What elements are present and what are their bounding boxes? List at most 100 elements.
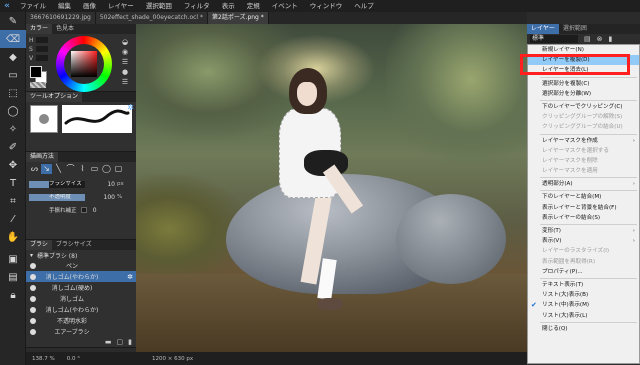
stabilizer-value[interactable]: 0 xyxy=(87,207,97,214)
menu-item[interactable]: 定規 xyxy=(241,0,266,12)
crop-tool-icon[interactable]: ⌗ xyxy=(0,192,26,210)
brush-tip-preview[interactable] xyxy=(30,105,58,133)
hand-tool-icon[interactable]: ✋ xyxy=(0,228,26,246)
menu-item[interactable]: 画像 xyxy=(77,0,102,12)
lock-icon[interactable]: 🔒︎ xyxy=(0,286,26,304)
new-brush-icon[interactable]: ▢ xyxy=(117,338,124,346)
freehand-mode-icon[interactable]: ᔕ xyxy=(29,164,40,174)
layer-link-icon[interactable]: ⊗ xyxy=(591,35,603,43)
curve-mode-icon[interactable]: ⌒ xyxy=(65,164,76,174)
line-mode-icon[interactable]: ╲ xyxy=(53,164,64,174)
angle-readout[interactable]: 0.0 ° xyxy=(61,356,86,362)
tab-swatches[interactable]: 色見本 xyxy=(52,24,78,34)
opacity-label: 不透明度 xyxy=(49,193,72,200)
brush-group-header[interactable]: ▾ 標準ブラシ (8) xyxy=(26,250,136,260)
polyline-mode-icon[interactable]: ⌇ xyxy=(77,164,88,174)
menu-item[interactable]: 編集 xyxy=(52,0,77,12)
menu-item[interactable]: 選択範囲 xyxy=(140,0,178,12)
opacity-slider[interactable]: 不透明度 xyxy=(29,193,85,201)
zoom-readout[interactable]: 138.7 % xyxy=(26,356,61,362)
context-menu-item[interactable]: 選択部分を複製(C) xyxy=(528,79,639,89)
menu-item[interactable]: ウィンドウ xyxy=(304,0,349,12)
brush-settings-icon[interactable]: ✲ xyxy=(127,273,133,281)
value-field[interactable] xyxy=(36,55,48,61)
document-tab[interactable]: 502effect_shade_00eyecatch.ocl * xyxy=(95,12,209,24)
list-mode-icon[interactable]: ☰ xyxy=(118,78,132,88)
lasso-tool-icon[interactable]: ◯ xyxy=(0,102,26,120)
blend-mode-select[interactable]: 標準 xyxy=(530,35,578,43)
saturation-value-square[interactable] xyxy=(71,51,97,77)
pen-tool-icon[interactable]: ✎ xyxy=(0,12,26,30)
settings-gear-icon[interactable]: ✲ xyxy=(127,103,134,112)
brush-item[interactable]: 消しゴム(やわらか) xyxy=(26,304,136,315)
context-menu-item[interactable]: 表示レイヤーと背景を結合(F) xyxy=(528,203,639,213)
wheel-mode-icon[interactable]: ● xyxy=(118,68,132,78)
eraser-tool-icon[interactable]: ⌫ xyxy=(0,30,26,48)
tab-brush[interactable]: ブラシ xyxy=(26,240,52,250)
layer-panel-toggle-icon[interactable]: ▣ xyxy=(0,250,26,268)
select-pen-tool-icon[interactable]: ✐ xyxy=(0,138,26,156)
rect-mode-icon[interactable]: ▭ xyxy=(89,164,100,174)
menu-item[interactable]: ファイル xyxy=(14,0,52,12)
menu-item[interactable]: ヘルプ xyxy=(348,0,380,12)
move-tool-icon[interactable]: ✥ xyxy=(0,156,26,174)
brush-item[interactable]: エアーブラシ xyxy=(26,326,136,337)
hue-field[interactable] xyxy=(36,37,48,43)
context-menu-item[interactable]: 表示(V) › xyxy=(528,236,639,246)
tab-color[interactable]: カラー xyxy=(26,24,53,34)
tab-selection[interactable]: 選択範囲 xyxy=(559,24,591,34)
saturation-field[interactable] xyxy=(36,46,48,52)
context-menu-item[interactable]: リスト(大)表示(B) xyxy=(528,290,639,300)
canvas[interactable] xyxy=(136,24,527,352)
fill-tool-icon[interactable]: ◆ xyxy=(0,48,26,66)
context-menu-item[interactable]: リスト(中)表示(M) ✔ xyxy=(528,300,639,310)
menu-item[interactable]: レイヤー xyxy=(102,0,140,12)
context-menu-item[interactable]: リスト(大)表示(L) xyxy=(528,311,639,321)
eyedropper-tool-icon[interactable]: ⁄ xyxy=(0,210,26,228)
context-menu-item[interactable]: 表示レイヤーの結合(S) xyxy=(528,213,639,223)
brush-size-slider[interactable]: ブラシサイズ xyxy=(29,180,85,188)
context-menu-item[interactable]: 変形(T) › xyxy=(528,226,639,236)
layer-lock-icon[interactable]: ▮ xyxy=(603,35,613,43)
brush-item[interactable]: ペン xyxy=(26,260,136,271)
radio-mode-icon[interactable]: ◉ xyxy=(118,48,132,58)
context-menu-item[interactable]: テキスト表示(T) xyxy=(528,280,639,290)
context-menu-item[interactable]: レイヤーマスクを作成 › xyxy=(528,136,639,146)
context-menu-item[interactable]: 閉じる(Q) xyxy=(528,324,639,334)
menu-item[interactable]: フィルタ xyxy=(178,0,216,12)
ellipse-mode-icon[interactable]: ◯ xyxy=(101,164,112,174)
opacity-value[interactable]: 100 xyxy=(85,194,115,201)
select-rect-tool-icon[interactable]: ⬚ xyxy=(0,84,26,102)
text-tool-icon[interactable]: T xyxy=(0,174,26,192)
document-tab[interactable]: 第2話ポーズ.png * xyxy=(208,12,269,24)
folder-icon[interactable]: ▬ xyxy=(105,338,112,346)
context-menu-item[interactable]: 選択部分を分離(W) xyxy=(528,89,639,99)
palette-icon[interactable]: ◒ xyxy=(118,38,132,48)
tab-brush-size[interactable]: ブラシサイズ xyxy=(52,240,96,250)
menu-item[interactable]: イベント xyxy=(266,0,304,12)
context-menu-item[interactable]: 下のレイヤーでクリッピング(C) xyxy=(528,102,639,112)
menu-separator xyxy=(540,76,637,78)
document-tab[interactable]: 3667610691229.jpg xyxy=(26,12,96,24)
brush-item[interactable]: 不透明水彩 xyxy=(26,315,136,326)
foreground-color-swatch[interactable] xyxy=(30,66,42,78)
transparent-color-swatch[interactable] xyxy=(30,82,46,88)
brush-item[interactable]: 消しゴム(硬め) xyxy=(26,282,136,293)
brush-size-value[interactable]: 10 xyxy=(85,181,115,188)
magic-wand-tool-icon[interactable]: ✧ xyxy=(0,120,26,138)
context-menu-item[interactable]: プロパティ(P)... xyxy=(528,267,639,277)
context-menu-item[interactable]: 透明部分(A) › xyxy=(528,179,639,189)
stroke-mode-icon[interactable]: ↘ xyxy=(41,164,52,174)
menu-item[interactable]: 表示 xyxy=(216,0,241,12)
brush-item[interactable]: 消しゴム xyxy=(26,293,136,304)
layer-menu-icon[interactable]: ▤ xyxy=(578,35,591,43)
context-menu-item[interactable]: 下のレイヤーと結合(M) xyxy=(528,192,639,202)
tab-layers[interactable]: レイヤー xyxy=(527,24,559,34)
trash-icon[interactable]: ▮ xyxy=(128,338,132,346)
shape-mode-icon[interactable]: ▢ xyxy=(113,164,124,174)
menu-icon[interactable]: ☰ xyxy=(118,58,132,68)
brush-name: ペン xyxy=(65,263,78,270)
gradient-tool-icon[interactable]: ▭ xyxy=(0,66,26,84)
navigator-toggle-icon[interactable]: ▤ xyxy=(0,268,26,286)
brush-item[interactable]: 消しゴム(やわらか) ✲ xyxy=(26,271,136,282)
